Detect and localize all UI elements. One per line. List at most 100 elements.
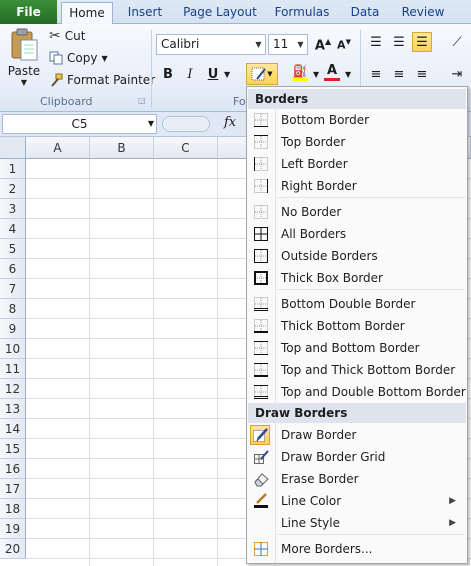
clipboard-group-label: Clipboard (40, 95, 93, 108)
tab-page-layout[interactable]: Page Layout (180, 2, 260, 24)
middle-align-button[interactable]: ☰ (389, 32, 409, 52)
row-header[interactable]: 17 (0, 479, 26, 499)
row-header[interactable]: 16 (0, 459, 26, 479)
dialog-launcher-icon[interactable]: ◲ (138, 96, 146, 105)
insert-function-icon[interactable]: fx (224, 115, 236, 130)
row-header[interactable]: 12 (0, 379, 26, 399)
top-bottom-border-icon (253, 340, 269, 356)
font-color-button[interactable]: A (322, 62, 342, 82)
row-header[interactable]: 10 (0, 339, 26, 359)
menu-item-label: Line Style (281, 516, 340, 530)
row-header[interactable]: 11 (0, 359, 26, 379)
row-header[interactable]: 9 (0, 319, 26, 339)
menu-item-thick-box-border[interactable]: Thick Box Border (248, 267, 466, 289)
menu-item-erase-border[interactable]: Erase Border (248, 468, 466, 490)
row-header[interactable]: 1 (0, 159, 26, 179)
bold-button[interactable]: B (158, 64, 178, 84)
formula-bar-resize-handle[interactable] (162, 116, 210, 132)
menu-item-more-borders[interactable]: More Borders... (248, 538, 466, 560)
row-header[interactable]: 2 (0, 179, 26, 199)
row-header[interactable]: 18 (0, 499, 26, 519)
menu-item-left-border[interactable]: Left Border (248, 153, 466, 175)
menu-item-label: Bottom Border (281, 113, 370, 127)
cut-button[interactable]: ✂ Cut (49, 28, 85, 44)
row-header[interactable]: 20 (0, 539, 26, 559)
font-name-combo[interactable]: Calibri ▼ (156, 34, 266, 55)
row-header[interactable]: 4 (0, 219, 26, 239)
row-header[interactable]: 5 (0, 239, 26, 259)
chevron-down-icon[interactable]: ▼ (313, 70, 319, 79)
chevron-down-icon[interactable]: ▼ (224, 70, 230, 79)
pencil-border-icon (250, 425, 270, 445)
cut-label: Cut (64, 29, 86, 43)
top-align-button[interactable]: ☰ (366, 32, 386, 52)
line-color-icon (253, 493, 269, 509)
row-header[interactable]: 14 (0, 419, 26, 439)
top-double-bottom-border-icon (253, 384, 269, 400)
column-header-b[interactable]: B (90, 137, 154, 159)
row-header[interactable]: 3 (0, 199, 26, 219)
menu-item-line-color[interactable]: Line Color ▶ (248, 490, 466, 512)
paste-button[interactable]: Paste ▼ (6, 28, 42, 87)
top-align-icon: ☰ (370, 34, 382, 50)
menu-item-line-style[interactable]: Line Style ▶ (248, 512, 466, 534)
row-header[interactable]: 6 (0, 259, 26, 279)
outside-borders-icon (253, 248, 269, 264)
copy-icon (49, 51, 63, 65)
menu-item-label: All Borders (281, 227, 347, 241)
menu-item-bottom-double-border[interactable]: Bottom Double Border (248, 293, 466, 315)
column-header-c[interactable]: C (154, 137, 218, 159)
align-center-button[interactable]: ≡ (389, 64, 409, 84)
tab-data[interactable]: Data (345, 2, 385, 24)
column-header-a[interactable]: A (26, 137, 90, 159)
copy-button[interactable]: Copy ▼ (49, 51, 108, 65)
tab-formulas[interactable]: Formulas (270, 2, 334, 24)
menu-item-top-and-bottom-border[interactable]: Top and Bottom Border (248, 337, 466, 359)
italic-button[interactable]: I (180, 64, 200, 84)
menu-item-label: Left Border (281, 157, 348, 171)
format-painter-button[interactable]: Format Painter (49, 73, 155, 87)
underline-button[interactable]: U (203, 64, 223, 84)
menu-separator (277, 289, 465, 290)
menu-item-top-border[interactable]: Top Border (248, 131, 466, 153)
menu-item-outside-borders[interactable]: Outside Borders (248, 245, 466, 267)
align-right-icon: ≡ (416, 66, 428, 82)
name-box[interactable]: C5 ▼ (2, 114, 157, 134)
menu-item-thick-bottom-border[interactable]: Thick Bottom Border (248, 315, 466, 337)
menu-item-draw-border[interactable]: Draw Border (248, 424, 466, 446)
orientation-button[interactable]: ⟋ (447, 32, 467, 52)
row-header[interactable]: 8 (0, 299, 26, 319)
grow-font-button[interactable]: A▲ (313, 35, 333, 55)
row-header[interactable]: 15 (0, 439, 26, 459)
row-header[interactable]: 7 (0, 279, 26, 299)
chevron-down-icon[interactable]: ▼ (345, 70, 351, 79)
tab-insert[interactable]: Insert (122, 2, 168, 24)
ribbon-tab-bar: File Home Insert Page Layout Formulas Da… (0, 0, 471, 25)
shrink-font-button[interactable]: A▼ (334, 35, 354, 55)
chevron-down-icon: ▼ (101, 53, 108, 63)
fill-color-button[interactable]: ⛽ (290, 62, 310, 82)
menu-item-top-and-double-bottom-border[interactable]: Top and Double Bottom Border (248, 381, 466, 403)
italic-icon: I (187, 66, 193, 82)
thick-box-border-icon (253, 270, 269, 286)
align-left-button[interactable]: ≡ (366, 64, 386, 84)
indent-button[interactable]: ⇥ (447, 64, 467, 84)
menu-item-top-and-thick-bottom-border[interactable]: Top and Thick Bottom Border (248, 359, 466, 381)
tab-file[interactable]: File (0, 0, 57, 24)
menu-item-bottom-border[interactable]: Bottom Border (248, 109, 466, 131)
tab-review[interactable]: Review (398, 2, 448, 24)
font-size-combo[interactable]: 11 ▼ (268, 34, 308, 55)
row-header[interactable]: 19 (0, 519, 26, 539)
select-all-corner[interactable] (0, 137, 26, 159)
menu-item-draw-border-grid[interactable]: Draw Border Grid (248, 446, 466, 468)
menu-item-all-borders[interactable]: All Borders (248, 223, 466, 245)
tab-home[interactable]: Home (61, 2, 113, 25)
menu-item-label: No Border (281, 205, 342, 219)
menu-item-right-border[interactable]: Right Border (248, 175, 466, 197)
scissors-icon: ✂ (49, 28, 61, 44)
row-header[interactable]: 13 (0, 399, 26, 419)
bottom-align-button[interactable]: ☰ (412, 32, 432, 52)
align-right-button[interactable]: ≡ (412, 64, 432, 84)
menu-item-no-border[interactable]: No Border (248, 201, 466, 223)
borders-button[interactable]: ▼ (246, 63, 278, 85)
